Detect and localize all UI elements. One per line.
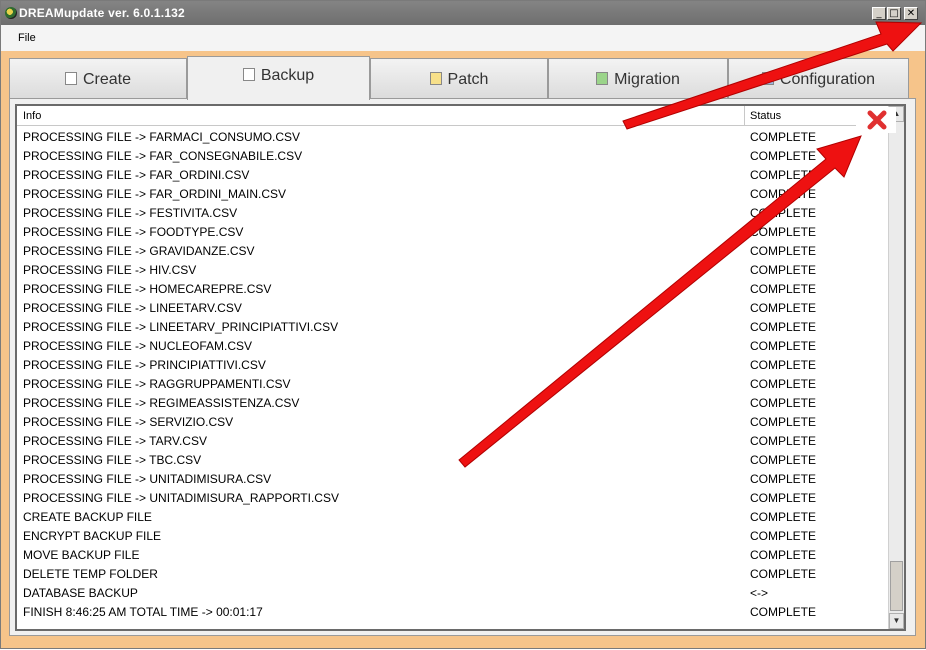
tab-backup[interactable]: Backup [187, 56, 370, 100]
tab-backup-label: Backup [260, 67, 315, 84]
arrow-annotations [458, 21, 923, 468]
arrow-to-close-button [622, 21, 923, 130]
backup-icon [242, 68, 255, 81]
arrow-to-x-mark [458, 135, 862, 468]
app-window: DREAMupdate ver. 6.0.1.132 _ □ ✕ File Cr… [0, 0, 926, 649]
